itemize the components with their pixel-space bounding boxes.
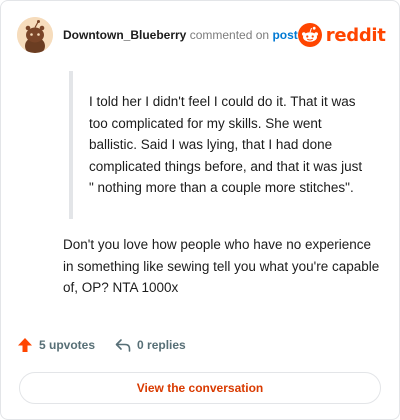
snoo-avatar-icon: [17, 17, 53, 53]
post-link[interactable]: post: [272, 28, 297, 42]
upvote-button[interactable]: 5 upvotes: [17, 337, 95, 353]
comment-body: Don't you love how people who have no ex…: [63, 234, 381, 299]
reddit-logo-icon: [297, 23, 322, 47]
comment-actions: 5 upvotes 0 replies: [17, 337, 206, 353]
quoted-parent-comment: I told her I didn't feel I could do it. …: [69, 71, 369, 219]
username-link[interactable]: Downtown_Blueberry: [63, 28, 186, 42]
user-avatar[interactable]: [17, 17, 53, 53]
view-conversation-button[interactable]: View the conversation: [19, 372, 381, 404]
action-text: commented on: [189, 28, 270, 42]
upvote-count: 5 upvotes: [39, 338, 96, 352]
reddit-wordmark: reddit: [325, 24, 386, 46]
reply-button[interactable]: 0 replies: [115, 337, 186, 353]
comment-header: Downtown_Blueberry commented on post red…: [17, 15, 386, 55]
comment-card: Downtown_Blueberry commented on post red…: [0, 0, 400, 420]
header-text: Downtown_Blueberry commented on post: [63, 28, 298, 42]
reply-count: 0 replies: [137, 338, 186, 352]
reply-icon: [115, 339, 131, 352]
quote-text: I told her I didn't feel I could do it. …: [89, 94, 363, 195]
comment-text: Don't you love how people who have no ex…: [63, 237, 380, 295]
view-conversation-label: View the conversation: [136, 381, 264, 395]
reddit-logo[interactable]: reddit: [297, 23, 386, 47]
upvote-arrow-icon: [18, 338, 32, 352]
